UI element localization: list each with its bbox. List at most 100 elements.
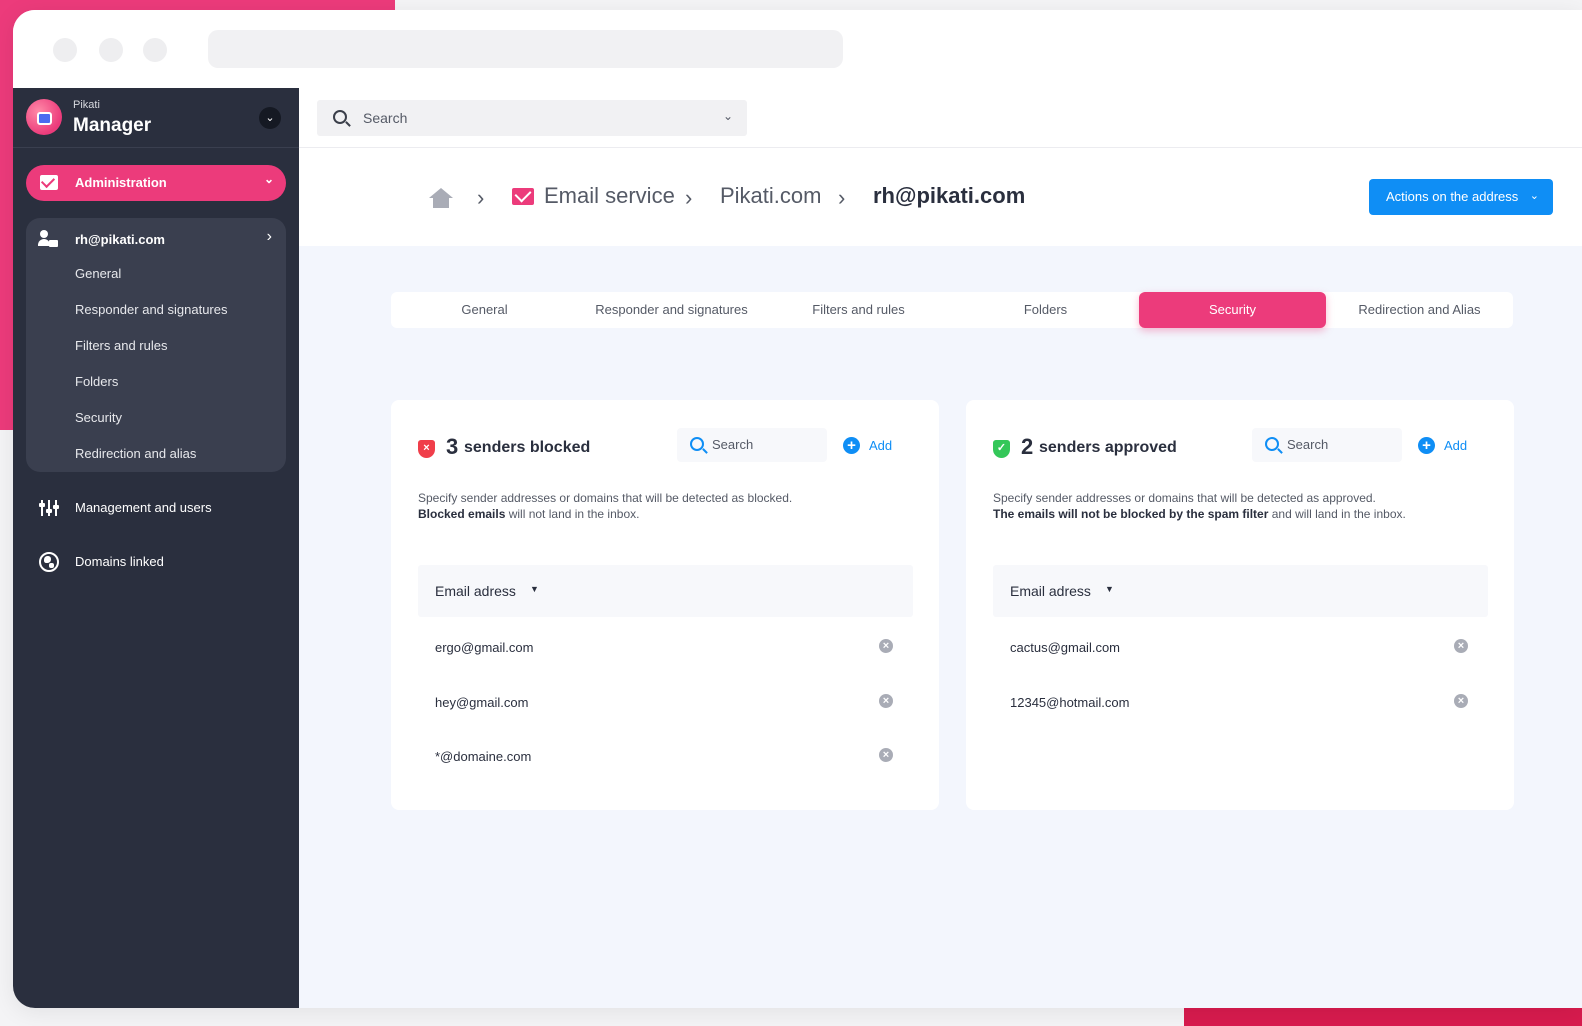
global-search-input[interactable]: Search ⌄ xyxy=(317,100,747,136)
blocked-count: 3 xyxy=(446,434,459,459)
sidebar-item-responder[interactable]: Responder and signatures xyxy=(75,302,228,317)
table-row: cactus@gmail.com × xyxy=(993,632,1488,662)
management-label: Management and users xyxy=(75,500,212,515)
description-line: The emails will not be blocked by the sp… xyxy=(993,506,1493,522)
chevron-down-icon[interactable]: ⌄ xyxy=(723,109,733,123)
chevron-down-icon[interactable]: ⌄ xyxy=(259,107,281,129)
mail-icon xyxy=(512,188,534,205)
table-row: ergo@gmail.com × xyxy=(418,632,913,662)
add-label: Add xyxy=(869,438,893,453)
blocked-senders-card: × 3 senders blocked Search + Add Specify… xyxy=(391,400,939,810)
table-row: 12345@hotmail.com × xyxy=(993,687,1488,717)
remove-icon[interactable]: × xyxy=(1454,639,1468,653)
sort-caret-icon: ▼ xyxy=(1105,584,1114,594)
window-control-dot[interactable] xyxy=(53,38,77,62)
tab-responder[interactable]: Responder and signatures xyxy=(578,292,765,328)
user-mail-icon xyxy=(38,230,58,248)
sidebar-item-domains[interactable]: Domains linked xyxy=(13,550,299,574)
sidebar-item-security[interactable]: Security xyxy=(75,410,122,425)
plus-icon: + xyxy=(1418,437,1435,454)
brand-header: Pikati Manager ⌄ xyxy=(13,88,299,148)
search-placeholder: Search xyxy=(363,110,408,126)
search-icon xyxy=(333,110,347,124)
description-rest: will not land in the inbox. xyxy=(505,507,640,521)
app-logo xyxy=(26,99,62,135)
column-label: Email adress xyxy=(435,583,516,599)
breadcrumb-email-service[interactable]: Email service xyxy=(544,183,675,209)
description-bold: Blocked emails xyxy=(418,507,506,521)
column-header-email[interactable]: Email adress ▼ xyxy=(993,565,1488,617)
description-line: Blocked emails will not land in the inbo… xyxy=(418,506,918,522)
mail-icon xyxy=(40,175,58,190)
table-row: hey@gmail.com × xyxy=(418,687,913,717)
email-value: cactus@gmail.com xyxy=(1010,640,1121,655)
chevron-down-icon: ⌄ xyxy=(1529,190,1539,202)
add-label: Add xyxy=(1444,438,1468,453)
sidebar-item-redirection[interactable]: Redirection and alias xyxy=(75,446,196,461)
email-value: 12345@hotmail.com xyxy=(1010,695,1130,710)
brand-title: Manager xyxy=(73,115,152,136)
remove-icon[interactable]: × xyxy=(1454,694,1468,708)
approved-search-input[interactable]: Search xyxy=(1252,428,1402,462)
tab-filters[interactable]: Filters and rules xyxy=(765,292,952,328)
approved-count: 2 xyxy=(1021,434,1034,459)
window-titlebar xyxy=(13,10,1582,88)
administration-label: Administration xyxy=(75,175,167,190)
email-value: ergo@gmail.com xyxy=(435,640,534,655)
table-row: *@domaine.com × xyxy=(418,741,913,771)
chevron-right-icon: › xyxy=(266,228,272,245)
sidebar: Pikati Manager ⌄ Administration ⌄ rh@pik… xyxy=(13,88,299,1008)
column-header-email[interactable]: Email adress ▼ xyxy=(418,565,913,617)
remove-icon[interactable]: × xyxy=(879,694,893,708)
breadcrumb-current: rh@pikati.com xyxy=(873,183,1026,208)
blocked-search-input[interactable]: Search xyxy=(677,428,827,462)
description-line: Specify sender addresses or domains that… xyxy=(993,491,1376,505)
search-icon xyxy=(1265,437,1279,451)
background-decoration xyxy=(1184,1008,1582,1026)
account-submenu: rh@pikati.com › General Responder and si… xyxy=(26,218,286,472)
tab-folders[interactable]: Folders xyxy=(952,292,1139,328)
chevron-right-icon: › xyxy=(477,185,485,210)
app-window: Pikati Manager ⌄ Administration ⌄ rh@pik… xyxy=(13,10,1582,1008)
blocked-description: Specify sender addresses or domains that… xyxy=(418,490,918,522)
remove-icon[interactable]: × xyxy=(879,639,893,653)
administration-button[interactable]: Administration ⌄ xyxy=(26,165,286,201)
account-item[interactable]: rh@pikati.com › xyxy=(26,228,286,252)
main-content: General Responder and signatures Filters… xyxy=(299,246,1582,1008)
approved-senders-card: ✓ 2 senders approved Search + Add Specif… xyxy=(966,400,1514,810)
sidebar-item-filters[interactable]: Filters and rules xyxy=(75,338,167,353)
column-label: Email adress xyxy=(1010,583,1091,599)
breadcrumb-domain[interactable]: Pikati.com xyxy=(720,183,821,209)
tab-bar: General Responder and signatures Filters… xyxy=(391,292,1513,328)
domains-label: Domains linked xyxy=(75,554,164,569)
window-control-dot[interactable] xyxy=(99,38,123,62)
shield-approved-icon: ✓ xyxy=(993,440,1010,458)
email-value: hey@gmail.com xyxy=(435,695,529,710)
email-value: *@domaine.com xyxy=(435,749,532,764)
actions-label: Actions on the address xyxy=(1386,189,1519,204)
address-bar[interactable] xyxy=(208,30,843,68)
search-placeholder: Search xyxy=(1287,437,1329,452)
description-line: Specify sender addresses or domains that… xyxy=(418,491,793,505)
description-bold: The emails will not be blocked by the sp… xyxy=(993,507,1269,521)
sidebar-item-management[interactable]: Management and users xyxy=(13,496,299,520)
approved-description: Specify sender addresses or domains that… xyxy=(993,490,1493,522)
globe-icon xyxy=(39,552,59,572)
sidebar-item-general[interactable]: General xyxy=(75,266,121,281)
approved-title: senders approved xyxy=(1039,439,1177,456)
remove-icon[interactable]: × xyxy=(879,748,893,762)
tab-security[interactable]: Security xyxy=(1139,292,1326,328)
tab-redirection[interactable]: Redirection and Alias xyxy=(1326,292,1513,328)
description-rest: and will land in the inbox. xyxy=(1268,507,1406,521)
window-control-dot[interactable] xyxy=(143,38,167,62)
brand-name: Pikati xyxy=(73,99,100,111)
chevron-right-icon: › xyxy=(685,185,693,210)
home-icon[interactable] xyxy=(429,188,453,208)
search-icon xyxy=(690,437,704,451)
search-placeholder: Search xyxy=(712,437,754,452)
actions-button[interactable]: Actions on the address ⌄ xyxy=(1369,179,1553,215)
plus-icon: + xyxy=(843,437,860,454)
sidebar-item-folders[interactable]: Folders xyxy=(75,374,118,389)
blocked-title: senders blocked xyxy=(464,439,591,456)
tab-general[interactable]: General xyxy=(391,292,578,328)
